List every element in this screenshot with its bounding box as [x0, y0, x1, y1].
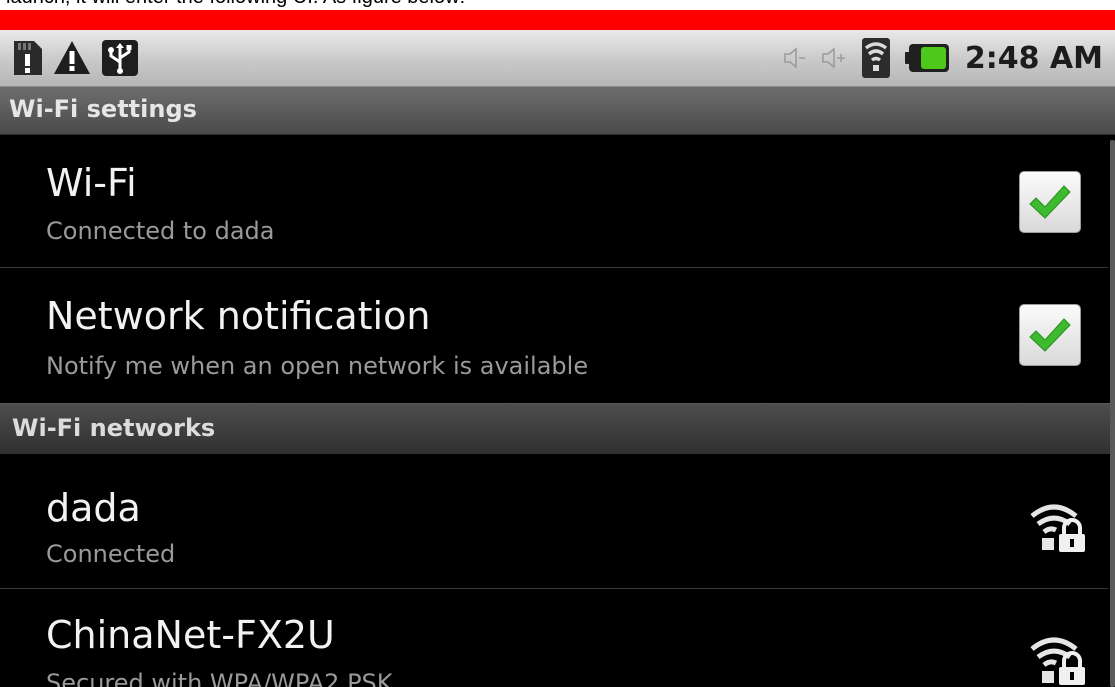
system-icons: 2:48 AM — [769, 36, 1103, 80]
caption-text: launch, it will enter the following UI. … — [6, 0, 465, 9]
check-icon — [1029, 185, 1071, 219]
network-notification-title: Network notification — [46, 294, 431, 338]
sd-card-icon — [14, 41, 42, 75]
wifi-signal-icon — [861, 38, 890, 78]
warning-icon — [54, 41, 90, 74]
notification-icons — [10, 36, 148, 80]
screen: launch, it will enter the following UI. … — [0, 0, 1115, 687]
network-ssid: ChinaNet-FX2U — [46, 613, 335, 657]
usb-icon — [102, 40, 138, 76]
check-icon — [1029, 318, 1071, 352]
page-title: Wi-Fi settings — [9, 95, 197, 123]
wifi-toggle-summary: Connected to dada — [46, 217, 275, 245]
network-ssid: dada — [46, 486, 141, 530]
wifi-checkbox[interactable] — [1019, 171, 1081, 233]
red-banner — [0, 10, 1115, 30]
wifi-networks-header-label: Wi-Fi networks — [12, 414, 216, 442]
wifi-lock-icon — [1030, 637, 1085, 685]
network-status: Secured with WPA/WPA2 PSK — [46, 669, 393, 687]
caption-strip: launch, it will enter the following UI. … — [0, 0, 1115, 10]
network-notification-checkbox[interactable] — [1019, 304, 1081, 366]
volume-down-icon — [784, 47, 805, 69]
wifi-lock-icon — [1030, 504, 1085, 552]
scrollbar[interactable] — [1110, 140, 1115, 687]
wifi-toggle-row[interactable]: Wi-Fi Connected to dada — [0, 135, 1115, 267]
network-item-chinanet[interactable]: ChinaNet-FX2U Secured with WPA/WPA2 PSK — [0, 589, 1115, 687]
network-item-dada[interactable]: dada Connected — [0, 454, 1115, 588]
wifi-toggle-title: Wi-Fi — [46, 161, 137, 205]
network-notification-row[interactable]: Network notification Notify me when an o… — [0, 268, 1115, 402]
battery-icon — [904, 44, 949, 72]
wifi-networks-header: Wi-Fi networks — [0, 403, 1115, 455]
status-bar: 2:48 AM — [0, 30, 1115, 87]
network-notification-summary: Notify me when an open network is availa… — [46, 352, 589, 380]
status-clock: 2:48 AM — [964, 40, 1103, 76]
network-status: Connected — [46, 540, 176, 568]
volume-up-icon — [822, 47, 845, 69]
title-bar: Wi-Fi settings — [0, 87, 1115, 135]
